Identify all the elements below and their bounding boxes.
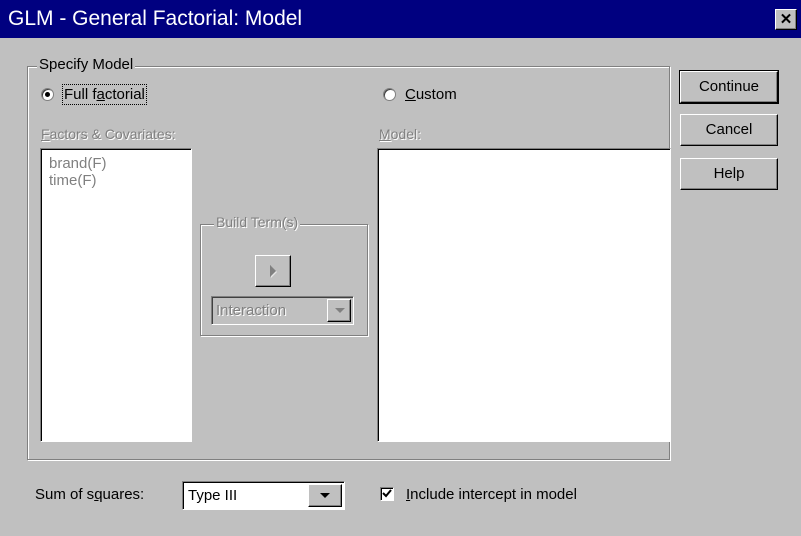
- cancel-button[interactable]: Cancel: [680, 114, 778, 146]
- interaction-dropdown-value: Interaction: [216, 302, 287, 319]
- model-list[interactable]: [377, 148, 671, 442]
- chevron-down-icon: [335, 308, 345, 313]
- chevron-down-icon: [320, 493, 330, 498]
- factors-covariates-label: Factors & Covariates:: [41, 126, 176, 142]
- sum-of-squares-value: Type III: [188, 487, 238, 504]
- add-term-button[interactable]: [255, 255, 291, 287]
- close-icon: ✕: [779, 11, 793, 28]
- build-terms-legend: Build Term(s): [214, 214, 301, 230]
- custom-label[interactable]: Custom: [405, 86, 457, 103]
- help-button[interactable]: Help: [680, 158, 778, 190]
- sum-of-squares-dropdown-arrow[interactable]: [308, 484, 342, 507]
- right-arrow-icon: [270, 265, 277, 278]
- sum-of-squares-dropdown[interactable]: Type III: [182, 481, 345, 510]
- full-factorial-radio[interactable]: [41, 88, 54, 101]
- full-factorial-label[interactable]: Full factorial: [62, 84, 147, 105]
- close-button[interactable]: ✕: [775, 9, 797, 30]
- list-item[interactable]: brand(F): [49, 155, 191, 172]
- checkmark-icon: [382, 489, 392, 498]
- list-item[interactable]: time(F): [49, 172, 191, 189]
- title-bar[interactable]: GLM - General Factorial: Model ✕: [0, 0, 801, 38]
- sum-of-squares-label: Sum of squares:: [35, 486, 145, 503]
- model-label: Model:: [379, 126, 422, 142]
- interaction-dropdown[interactable]: Interaction: [211, 296, 354, 325]
- continue-button[interactable]: Continue: [679, 70, 779, 104]
- include-intercept-checkbox[interactable]: [380, 487, 394, 501]
- radio-dot: [45, 92, 50, 97]
- specify-model-legend: Specify Model: [37, 56, 136, 73]
- include-intercept-label[interactable]: Include intercept in model: [406, 486, 577, 503]
- custom-radio[interactable]: [383, 88, 396, 101]
- interaction-dropdown-arrow[interactable]: [327, 299, 351, 322]
- window-title: GLM - General Factorial: Model: [8, 7, 303, 30]
- factors-list[interactable]: brand(F) time(F): [40, 148, 192, 442]
